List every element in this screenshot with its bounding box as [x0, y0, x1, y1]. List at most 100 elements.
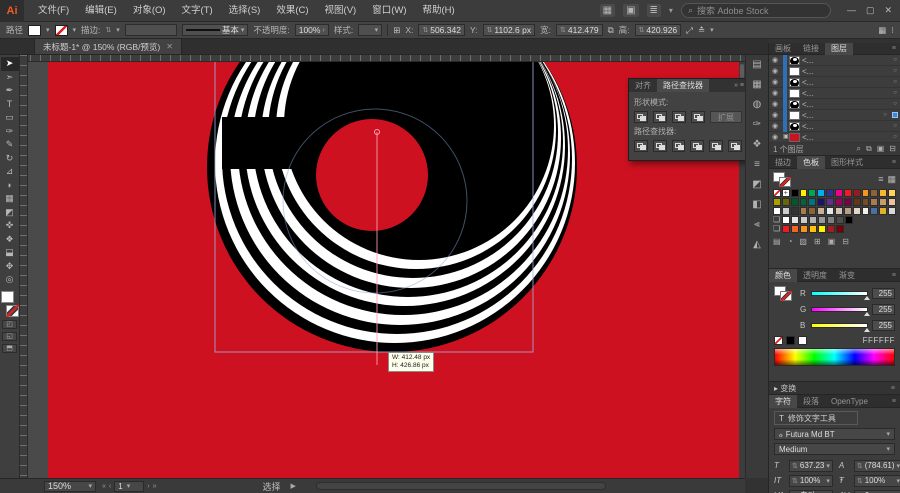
toolbar-stroke-swatch[interactable]	[6, 305, 19, 317]
tab-描边[interactable]: 描边	[769, 156, 797, 169]
swatch[interactable]	[879, 198, 887, 206]
new-swatch-icon[interactable]: ▣	[828, 237, 836, 246]
visibility-eye-icon[interactable]: ◉	[769, 122, 781, 130]
layer-row[interactable]: ◉<...○	[769, 55, 900, 66]
toolbar-fill-swatch[interactable]	[1, 291, 14, 303]
swatch[interactable]	[853, 207, 861, 215]
first-artboard-icon[interactable]: «	[102, 483, 106, 490]
swatch[interactable]	[773, 198, 781, 206]
brush-definition-dropdown[interactable]	[125, 24, 177, 36]
swatch[interactable]	[782, 225, 790, 233]
menu-S[interactable]: 选择(S)	[221, 0, 269, 22]
swatch[interactable]	[817, 207, 825, 215]
y-input[interactable]: ⇅1102.6 px	[483, 24, 536, 36]
swatch[interactable]	[808, 207, 816, 215]
tab-menu-icon[interactable]: ≡	[892, 269, 900, 282]
swatch[interactable]	[791, 198, 799, 206]
v-scale-field[interactable]: IT⇅100%▾	[774, 474, 833, 487]
outline-button[interactable]	[709, 140, 723, 152]
rectangle-tool[interactable]: ▭	[1, 111, 19, 125]
stroke-caret-icon[interactable]: ▾	[73, 26, 77, 34]
eyedropper-tool[interactable]: ✜	[1, 219, 19, 233]
list-view-icon[interactable]: ≡	[878, 174, 883, 185]
swatch[interactable]	[782, 207, 790, 215]
target-circle-icon[interactable]: ○	[890, 101, 900, 107]
lock-icon[interactable]: ▣	[783, 132, 787, 143]
layer-row[interactable]: ◉▣<...○	[769, 132, 900, 143]
swatch[interactable]	[870, 207, 878, 215]
kerning-field-value[interactable]: ⇅自动▾	[789, 490, 833, 493]
close-button[interactable]: ✕	[884, 5, 892, 16]
transparency-icon[interactable]: ◧	[752, 199, 761, 210]
link-dimensions-icon[interactable]: ⧉	[608, 25, 614, 36]
menu-T[interactable]: 文字(T)	[174, 0, 221, 22]
swatch[interactable]	[888, 207, 896, 215]
toolbar-fill-stroke-proxy[interactable]	[1, 291, 19, 317]
screen-mode-icon[interactable]: ⬒	[2, 344, 17, 353]
leading-field[interactable]: A⇅(784.61)▾	[839, 459, 900, 472]
horizontal-scrollbar[interactable]	[316, 482, 606, 490]
swatch[interactable]	[782, 216, 790, 224]
fill-swatch[interactable]	[28, 25, 41, 36]
swatch[interactable]	[870, 198, 878, 206]
delete-layer-icon[interactable]: ⊟	[889, 144, 896, 154]
panel-menu-icon[interactable]: ⁝	[891, 25, 894, 36]
swatch[interactable]	[826, 189, 834, 197]
color-themes-icon[interactable]: ◔	[788, 237, 793, 246]
swatch[interactable]	[800, 198, 808, 206]
h-scale-field[interactable]: Ŧ⇅100%▾	[839, 474, 900, 487]
locate-object-icon[interactable]: ⌕	[857, 144, 861, 154]
channel-slider[interactable]	[811, 291, 869, 296]
swatch[interactable]	[808, 189, 816, 197]
document-tab[interactable]: 未标题-1* @ 150% (RGB/预览) ✕	[34, 38, 182, 54]
stroke-stepper[interactable]: ⇅	[105, 26, 111, 34]
touch-type-tool-button[interactable]: T 修饰文字工具	[774, 411, 858, 425]
artboards-icon[interactable]: ▦	[752, 79, 761, 90]
target-circle-icon[interactable]: ○	[890, 57, 900, 63]
layer-row[interactable]: ◉<...○	[769, 88, 900, 99]
width-profile-dropdown[interactable]: 基本 ▾	[182, 24, 249, 36]
exclude-button[interactable]	[691, 111, 705, 123]
draw-mode-icon-0[interactable]: ◰	[2, 320, 17, 329]
menu-E[interactable]: 编辑(E)	[77, 0, 125, 22]
slider-thumb[interactable]	[864, 328, 870, 332]
visibility-eye-icon[interactable]: ◉	[769, 67, 781, 75]
tab-menu-icon[interactable]: ≡	[892, 395, 900, 408]
info-icon[interactable]: ◭	[753, 239, 761, 250]
tab-画板[interactable]: 画板	[769, 43, 797, 55]
blend-tool[interactable]: ❖	[1, 233, 19, 247]
swatch[interactable]	[845, 216, 853, 224]
pencil-tool[interactable]: ✎	[1, 138, 19, 152]
font-size-field[interactable]: T⇅637.23▾	[774, 459, 833, 472]
last-artboard-icon[interactable]: »	[153, 483, 157, 490]
hex-value[interactable]: FFFFFF	[863, 336, 895, 345]
leading-field-value[interactable]: ⇅(784.61)▾	[854, 460, 900, 472]
channel-value[interactable]: 255	[872, 304, 895, 315]
opacity-value[interactable]: 100%›	[295, 24, 329, 36]
canvas-area[interactable]: W: 412.48 px H: 426.86 px 对齐路径查找器» ≡ 形状模…	[20, 55, 745, 478]
rotate-tool[interactable]: ↻	[1, 152, 19, 166]
visibility-eye-icon[interactable]: ◉	[769, 133, 781, 141]
font-size-field-value[interactable]: ⇅637.23▾	[789, 460, 833, 472]
artboard-tool[interactable]: ⬓	[1, 246, 19, 260]
tab-menu-icon[interactable]: ≡	[892, 43, 900, 55]
font-style-select[interactable]: Medium ▾	[774, 443, 895, 455]
swatch-kinds-icon[interactable]: ▨	[799, 237, 807, 246]
document-close-icon[interactable]: ✕	[166, 42, 173, 51]
selection-tool[interactable]: ➤	[1, 57, 19, 71]
swatch[interactable]	[809, 216, 817, 224]
swatch[interactable]	[870, 189, 878, 197]
swatch[interactable]	[844, 189, 852, 197]
tab-段落[interactable]: 段落	[797, 395, 825, 408]
panel-grid-icon[interactable]: ▦	[878, 25, 886, 36]
visibility-eye-icon[interactable]: ◉	[769, 100, 781, 108]
layer-row[interactable]: ◉<...○	[769, 66, 900, 77]
layer-row[interactable]: ◉<...○	[769, 77, 900, 88]
font-family-select[interactable]: ℴ Futura Md BT ▾	[774, 428, 895, 440]
align-menu-icon[interactable]: ≛	[698, 25, 705, 36]
symbols-icon[interactable]: ❖	[753, 139, 762, 150]
menu-H[interactable]: 帮助(H)	[415, 0, 463, 22]
tab-色板[interactable]: 色板	[797, 156, 825, 169]
shear-icon[interactable]: ⤢	[686, 25, 693, 36]
transform-section-header[interactable]: ▸ 变换 ≡	[769, 382, 900, 395]
